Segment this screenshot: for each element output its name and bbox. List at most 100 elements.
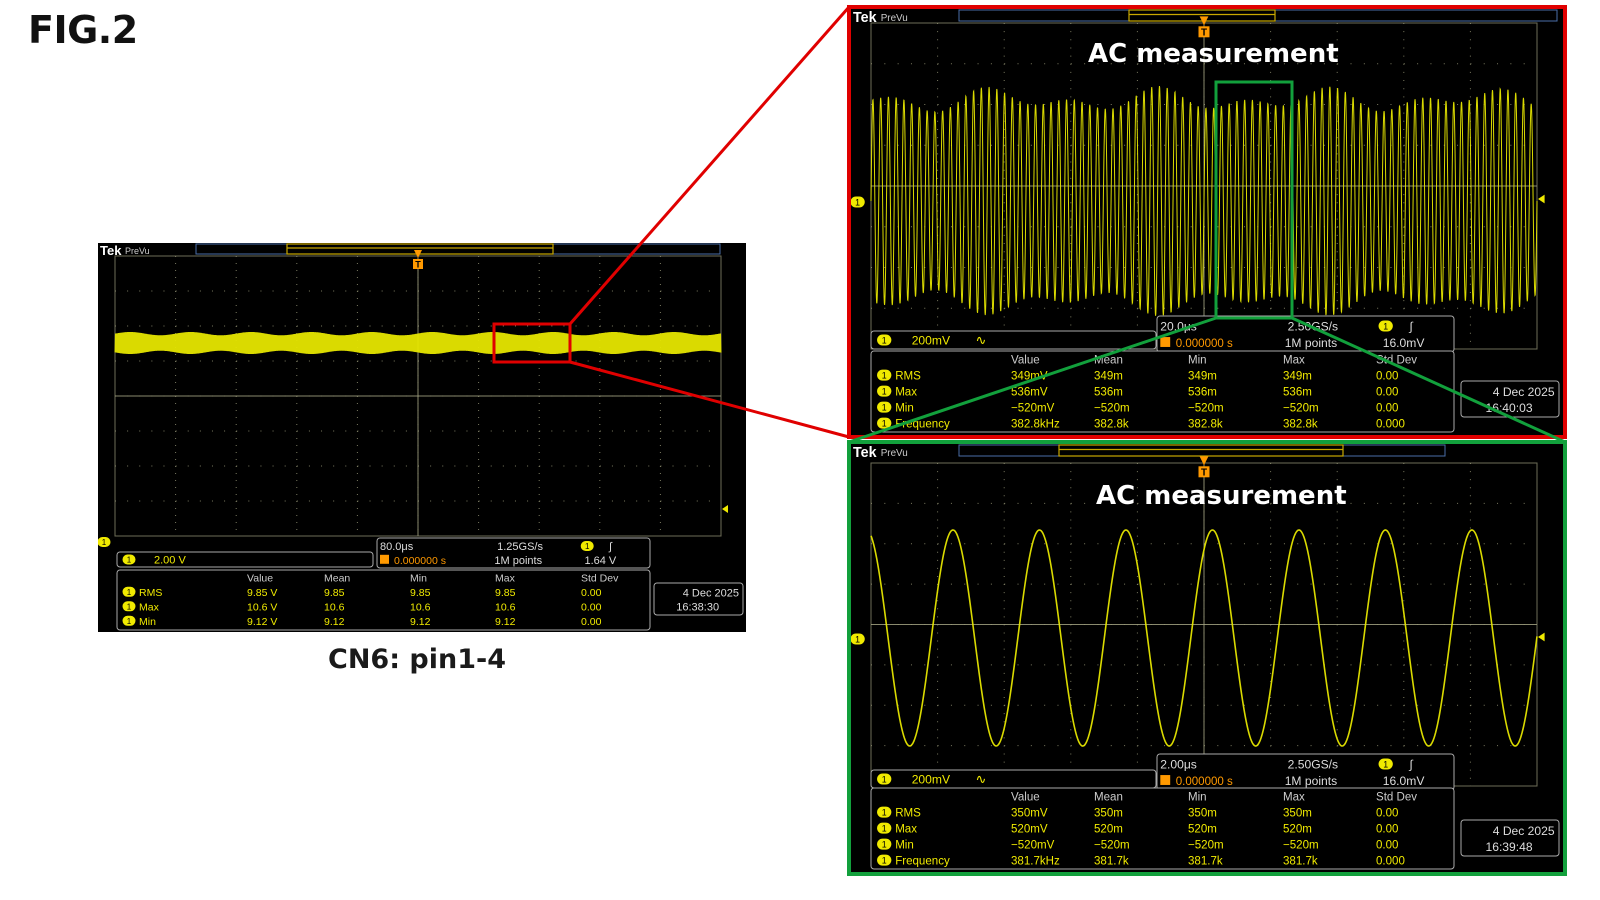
trigger-source-badge: 1 (1378, 320, 1393, 332)
measurement-value: 536mV (1011, 386, 1048, 398)
graticule (114, 255, 722, 537)
mode-label: PreVu (881, 13, 908, 24)
measurement-value: 10.6 (410, 601, 431, 613)
measurement-channel-badge: 1 (877, 838, 892, 850)
trigger-marker: T (1198, 26, 1210, 39)
brand-label: Tek (853, 10, 877, 26)
trigger-position-icon (1199, 456, 1209, 466)
measurement-channel-badge-label: 1 (882, 386, 887, 396)
sample-rate: 1.25GS/s (497, 541, 543, 553)
record-length: 1M points (1285, 774, 1337, 788)
channel-settings-badge: 1 (122, 554, 136, 565)
measurement-header: Value (1011, 791, 1040, 803)
ch1-ground-marker-label: 1 (855, 634, 860, 644)
channel-settings-badge-label: 1 (882, 335, 887, 345)
channel-scale: 200mV (912, 772, 951, 786)
measurement-value: 0.00 (1376, 370, 1398, 382)
measurement-name: Min (895, 402, 914, 414)
measurement-channel-badge: 1 (877, 401, 892, 413)
measurement-value: 0.000 (1376, 418, 1405, 430)
measurement-value: 350mV (1011, 807, 1048, 819)
measurement-value: 520m (1094, 823, 1123, 835)
record-view-bar (958, 9, 1558, 22)
measurement-value: −520m (1188, 402, 1224, 414)
timestamp-time: 16:38:30 (676, 602, 719, 614)
measurement-value: 9.85 (324, 587, 345, 599)
measurement-channel-badge-label: 1 (882, 807, 887, 817)
measurement-value: 520m (1283, 823, 1312, 835)
measurement-value: 0.00 (581, 601, 602, 613)
measurement-name: Max (895, 823, 917, 835)
trigger-marker: T (413, 259, 423, 270)
figure-title: FIG.2 (28, 8, 138, 52)
measurement-value: 381.7k (1094, 855, 1129, 867)
measurement-channel-badge: 1 (877, 806, 892, 818)
measurement-channel-badge: 1 (877, 417, 892, 429)
measurement-channel-badge-label: 1 (882, 839, 887, 849)
measurement-header: Min (1188, 791, 1207, 803)
measurement-value: −520m (1094, 839, 1130, 851)
ch1-ground-marker-label: 1 (102, 538, 107, 547)
measurement-value: 349m (1283, 370, 1312, 382)
measurement-header: Mean (1094, 354, 1123, 366)
measurement-name: RMS (895, 807, 921, 819)
measurement-channel-badge-label: 1 (882, 402, 887, 412)
measurement-table (870, 350, 1455, 433)
channel-settings-badge-label: 1 (127, 556, 132, 565)
graticule (870, 462, 1538, 787)
measurement-header: Value (1011, 354, 1040, 366)
measurement-header: Min (1188, 354, 1207, 366)
measurement-value: 0.00 (1376, 386, 1398, 398)
trigger-marker: T (1198, 466, 1210, 479)
channel-scale: 2.00 V (154, 555, 186, 567)
coupling-icon: ∿ (976, 771, 987, 786)
measurement-header: Mean (1094, 791, 1123, 803)
trigger-marker-label: T (415, 260, 421, 270)
measurement-header: Std Dev (1376, 354, 1417, 366)
measurement-channel-badge-label: 1 (882, 370, 887, 380)
measurement-value: 9.12 (324, 616, 345, 628)
measurement-header: Std Dev (581, 572, 619, 584)
measurement-channel-badge-label: 1 (882, 823, 887, 833)
mode-label: PreVu (125, 246, 150, 256)
measurement-channel-badge: 1 (877, 369, 892, 381)
trigger-level: 1.64 V (584, 555, 616, 567)
zoom2-scope-screen: Tek PreVu T 1 1 200mV ∿ 2.00μs 2.50GS/s 1 ∫ 0.00000… (847, 440, 1567, 876)
measurement-value: 536m (1094, 386, 1123, 398)
time-per-div: 20.0μs (1160, 319, 1197, 333)
measurement-value: 381.7k (1283, 855, 1318, 867)
measurement-channel-badge: 1 (122, 615, 136, 626)
measurement-value: −520mV (1011, 402, 1055, 414)
record-length: 1M points (1285, 336, 1337, 350)
channel-settings-badge-label: 1 (882, 774, 887, 784)
trigger-marker-label: T (1201, 28, 1207, 39)
trigger-delay-icon (380, 554, 389, 564)
measurement-value: 9.85 (495, 587, 516, 599)
record-view-bar (195, 243, 721, 255)
figure-caption: CN6: pin1-4 (328, 644, 506, 675)
measurement-header: Std Dev (1376, 791, 1417, 803)
trigger-level: 16.0mV (1383, 336, 1426, 350)
brand-label: Tek (853, 445, 877, 461)
measurement-value: 0.00 (1376, 402, 1398, 414)
trigger-source-badge-label: 1 (1383, 759, 1388, 769)
ch1-ground-marker-label: 1 (855, 197, 860, 207)
measurement-value: 382.8k (1283, 418, 1318, 430)
measurement-channel-badge-label: 1 (882, 418, 887, 428)
measurement-channel-badge-label: 1 (127, 617, 132, 626)
time-per-div: 80.0μs (380, 541, 414, 553)
measurement-value: 350m (1188, 807, 1217, 819)
measurement-value: 9.12 (495, 616, 516, 628)
measurement-header: Max (1283, 354, 1305, 366)
sample-rate: 2.50GS/s (1288, 757, 1338, 771)
trigger-level-arrow-icon (1538, 194, 1545, 204)
measurement-value: 0.000 (1376, 855, 1405, 867)
channel-settings-badge: 1 (877, 773, 892, 785)
measurement-value: 10.6 V (247, 601, 277, 613)
measurement-channel-badge: 1 (877, 822, 892, 834)
measurement-value: 382.8kHz (1011, 418, 1060, 430)
record-view-bar (958, 444, 1446, 457)
trigger-slope-icon: ∫ (1408, 319, 1413, 333)
measurement-value: 0.00 (1376, 839, 1398, 851)
measurement-value: 382.8k (1094, 418, 1129, 430)
